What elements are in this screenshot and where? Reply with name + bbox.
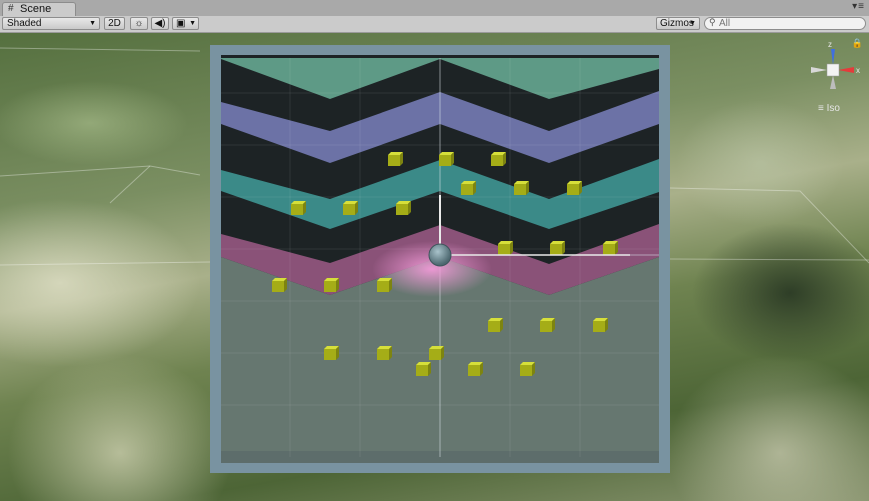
cube[interactable]: [396, 201, 411, 215]
cube[interactable]: [377, 278, 392, 292]
tab-menu-icon[interactable]: ▾≡: [852, 1, 865, 12]
toggle-2d-button[interactable]: 2D: [104, 17, 125, 30]
gizmo-neg-z-cone[interactable]: [830, 75, 836, 89]
cube[interactable]: [291, 201, 306, 215]
dropdown-arrow-icon: ▼: [89, 20, 96, 27]
cube[interactable]: [272, 278, 287, 292]
gizmo-center-cube[interactable]: [826, 63, 840, 77]
cube[interactable]: [324, 278, 339, 292]
gizmo-neg-x-cone[interactable]: [811, 67, 827, 73]
search-placeholder: All: [719, 18, 731, 29]
level-board: [210, 45, 670, 473]
cube[interactable]: [550, 241, 565, 255]
effects-button[interactable]: ▣ ▼: [172, 17, 199, 30]
cube[interactable]: [491, 152, 506, 166]
cube[interactable]: [461, 181, 476, 195]
cube[interactable]: [324, 346, 339, 360]
gizmo-z-label: z: [828, 40, 832, 49]
dropdown-arrow-icon: ▼: [689, 20, 696, 27]
lighting-icon[interactable]: ☼: [130, 17, 148, 30]
dropdown-arrow-icon: ▼: [189, 20, 196, 27]
gizmo-x-cone[interactable]: [838, 67, 854, 73]
cube[interactable]: [540, 318, 555, 332]
cube[interactable]: [343, 201, 358, 215]
gizmo-x-label: x: [856, 66, 860, 75]
lock-icon[interactable]: 🔒: [852, 38, 863, 49]
scene-viewport[interactable]: z x 🔒 ≡ Iso: [0, 33, 869, 501]
tab-scene-label: Scene: [20, 3, 52, 15]
search-icon: ⚲: [709, 17, 716, 27]
cube[interactable]: [603, 241, 618, 255]
cube[interactable]: [377, 346, 392, 360]
cube[interactable]: [520, 362, 535, 376]
ball[interactable]: [428, 243, 452, 267]
cube[interactable]: [429, 346, 444, 360]
tab-scene[interactable]: # Scene: [2, 2, 76, 16]
audio-icon[interactable]: ◀): [151, 17, 169, 30]
cube[interactable]: [593, 318, 608, 332]
cube[interactable]: [439, 152, 454, 166]
scene-toolbar: Shaded ▼ 2D ☼ ◀) ▣ ▼ Gizmos ▼ ⚲ All: [0, 16, 869, 33]
shading-mode-label: Shaded: [7, 18, 42, 29]
cube[interactable]: [567, 181, 582, 195]
search-input[interactable]: ⚲ All: [704, 17, 866, 30]
cube[interactable]: [468, 362, 483, 376]
effects-icon: ▣: [176, 18, 186, 29]
gizmos-dropdown[interactable]: Gizmos ▼: [656, 17, 700, 30]
projection-label[interactable]: ≡ Iso: [818, 103, 840, 114]
shading-mode-dropdown[interactable]: Shaded ▼: [2, 17, 100, 30]
cube[interactable]: [498, 241, 513, 255]
scene-tab-icon: #: [8, 3, 14, 14]
cube[interactable]: [388, 152, 403, 166]
cube[interactable]: [488, 318, 503, 332]
cube[interactable]: [514, 181, 529, 195]
cube[interactable]: [416, 362, 431, 376]
tab-bar: # Scene ▾≡: [0, 0, 869, 17]
gizmo-z-cone[interactable]: [831, 49, 835, 65]
